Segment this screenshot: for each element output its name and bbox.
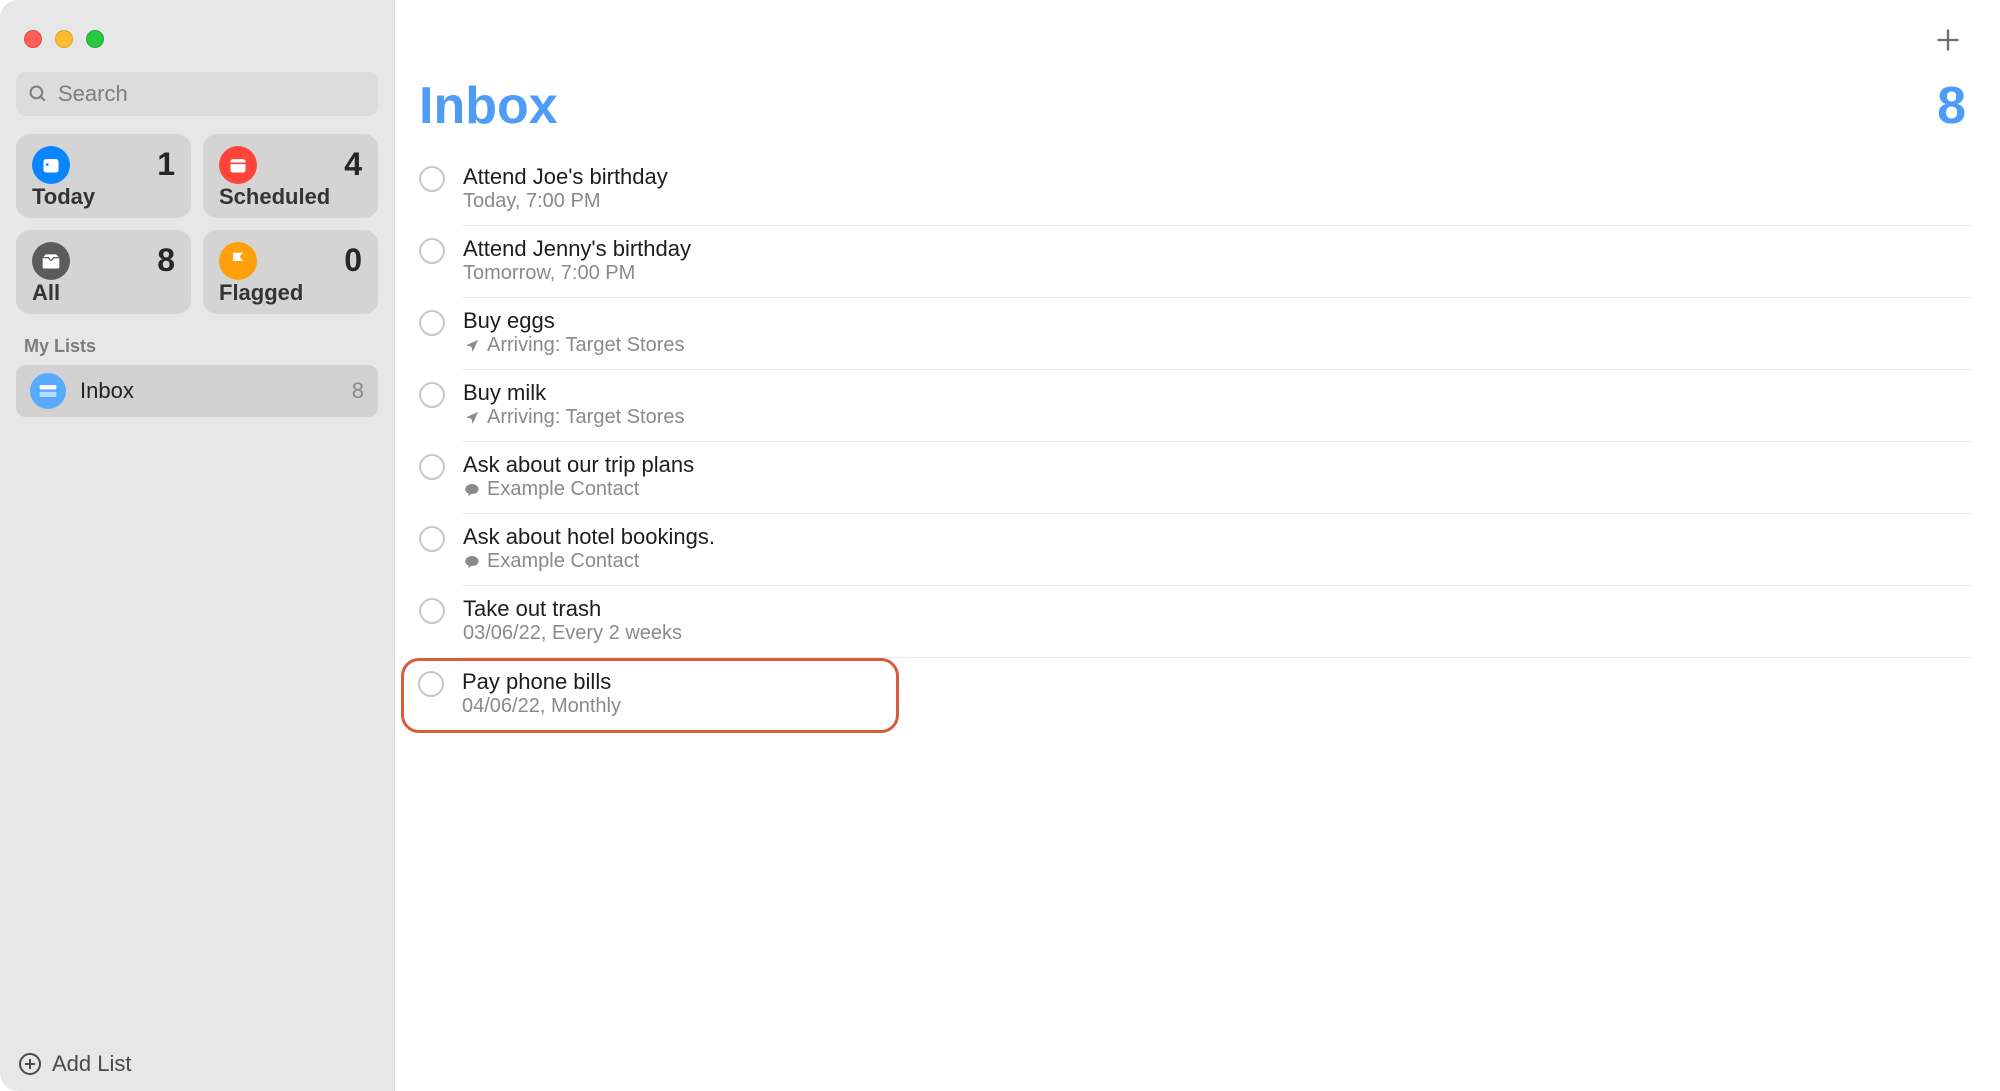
sidebar-list-inbox[interactable]: Inbox 8 <box>16 365 378 417</box>
list-header-count: 8 <box>1937 76 1966 136</box>
plus-icon <box>1934 26 1962 54</box>
all-icon <box>32 242 70 280</box>
list-title: Inbox <box>419 76 558 136</box>
reminder-subtitle-text: 03/06/22, Every 2 weeks <box>463 622 682 645</box>
scheduled-icon <box>219 146 257 184</box>
smart-list-scheduled-label: Scheduled <box>219 184 362 210</box>
reminder-text: Ask about hotel bookings.Example Contact <box>463 524 1972 586</box>
reminder-subtitle: Arriving: Target Stores <box>463 406 1972 429</box>
reminder-subtitle: Today, 7:00 PM <box>463 190 1972 213</box>
reminder-text: Buy eggsArriving: Target Stores <box>463 308 1972 370</box>
reminder-item[interactable]: Attend Jenny's birthdayTomorrow, 7:00 PM <box>419 226 1972 298</box>
reminder-checkbox[interactable] <box>419 238 445 264</box>
reminder-item[interactable]: Attend Joe's birthdayToday, 7:00 PM <box>419 154 1972 226</box>
reminder-item[interactable]: Buy milkArriving: Target Stores <box>419 370 1972 442</box>
smart-list-scheduled[interactable]: 4 Scheduled <box>203 134 378 218</box>
reminder-item[interactable]: Take out trash03/06/22, Every 2 weeks <box>419 586 1972 658</box>
list-header: Inbox 8 <box>419 76 1972 136</box>
reminder-subtitle-text: Example Contact <box>487 550 639 573</box>
smart-list-today-label: Today <box>32 184 175 210</box>
reminders-list: Attend Joe's birthdayToday, 7:00 PMAtten… <box>419 154 1972 733</box>
smart-list-all-label: All <box>32 280 175 306</box>
reminder-title: Take out trash <box>463 596 1972 622</box>
smart-list-today[interactable]: 1 Today <box>16 134 191 218</box>
sidebar-list-inbox-count: 8 <box>352 378 364 404</box>
smart-list-flagged-count: 0 <box>344 242 362 279</box>
main-panel: Inbox 8 Attend Joe's birthdayToday, 7:00… <box>395 0 2000 1091</box>
add-list-label: Add List <box>52 1051 132 1077</box>
reminder-subtitle: Tomorrow, 7:00 PM <box>463 262 1972 285</box>
smart-list-flagged[interactable]: 0 Flagged <box>203 230 378 314</box>
my-lists-heading: My Lists <box>24 336 370 357</box>
reminder-item[interactable]: Ask about our trip plansExample Contact <box>419 442 1972 514</box>
plus-circle-icon <box>18 1052 42 1076</box>
reminder-subtitle: Example Contact <box>463 550 1972 573</box>
message-icon <box>463 481 481 499</box>
reminder-subtitle-text: Today, 7:00 PM <box>463 190 600 213</box>
reminder-text: Pay phone bills04/06/22, Monthly <box>462 669 882 730</box>
reminder-subtitle-text: Arriving: Target Stores <box>487 334 685 357</box>
reminder-subtitle: Example Contact <box>463 478 1972 501</box>
add-reminder-button[interactable] <box>1930 22 1966 58</box>
smart-list-all-count: 8 <box>157 242 175 279</box>
reminder-checkbox[interactable] <box>419 382 445 408</box>
window-zoom-button[interactable] <box>86 30 104 48</box>
reminder-item[interactable]: Pay phone bills04/06/22, Monthly <box>401 658 899 733</box>
search-field-container[interactable] <box>16 72 378 116</box>
app-window: 1 Today 4 Scheduled 8 <box>0 0 2000 1091</box>
sidebar: 1 Today 4 Scheduled 8 <box>0 0 395 1091</box>
location-icon <box>463 337 481 355</box>
toolbar <box>1930 22 1966 58</box>
window-minimize-button[interactable] <box>55 30 73 48</box>
reminder-subtitle: 04/06/22, Monthly <box>462 695 882 718</box>
reminder-item[interactable]: Buy eggsArriving: Target Stores <box>419 298 1972 370</box>
reminder-item[interactable]: Ask about hotel bookings.Example Contact <box>419 514 1972 586</box>
reminder-subtitle-text: Arriving: Target Stores <box>487 406 685 429</box>
reminder-text: Attend Joe's birthdayToday, 7:00 PM <box>463 164 1972 226</box>
reminder-checkbox[interactable] <box>419 310 445 336</box>
reminder-subtitle-text: 04/06/22, Monthly <box>462 695 621 718</box>
smart-list-today-count: 1 <box>157 146 175 183</box>
reminder-title: Ask about our trip plans <box>463 452 1972 478</box>
reminder-text: Buy milkArriving: Target Stores <box>463 380 1972 442</box>
add-list-button[interactable]: Add List <box>18 1051 132 1077</box>
reminder-title: Attend Joe's birthday <box>463 164 1972 190</box>
reminder-title: Attend Jenny's birthday <box>463 236 1972 262</box>
traffic-lights <box>16 18 378 72</box>
smart-list-flagged-label: Flagged <box>219 280 362 306</box>
reminder-subtitle-text: Tomorrow, 7:00 PM <box>463 262 635 285</box>
smart-list-all[interactable]: 8 All <box>16 230 191 314</box>
reminder-subtitle: Arriving: Target Stores <box>463 334 1972 357</box>
smart-list-scheduled-count: 4 <box>344 146 362 183</box>
search-input[interactable] <box>58 81 366 107</box>
reminder-checkbox[interactable] <box>419 454 445 480</box>
reminder-subtitle-text: Example Contact <box>487 478 639 501</box>
sidebar-list-inbox-name: Inbox <box>80 378 338 404</box>
reminder-text: Attend Jenny's birthdayTomorrow, 7:00 PM <box>463 236 1972 298</box>
reminder-text: Take out trash03/06/22, Every 2 weeks <box>463 596 1972 658</box>
reminder-checkbox[interactable] <box>419 166 445 192</box>
reminder-title: Buy eggs <box>463 308 1972 334</box>
smart-lists-grid: 1 Today 4 Scheduled 8 <box>16 134 378 314</box>
reminder-checkbox[interactable] <box>418 671 444 697</box>
reminder-text: Ask about our trip plansExample Contact <box>463 452 1972 514</box>
flagged-icon <box>219 242 257 280</box>
reminder-title: Buy milk <box>463 380 1972 406</box>
reminder-checkbox[interactable] <box>419 526 445 552</box>
search-icon <box>28 84 48 104</box>
today-icon <box>32 146 70 184</box>
window-close-button[interactable] <box>24 30 42 48</box>
reminder-title: Ask about hotel bookings. <box>463 524 1972 550</box>
reminder-checkbox[interactable] <box>419 598 445 624</box>
reminder-title: Pay phone bills <box>462 669 882 695</box>
list-icon <box>30 373 66 409</box>
message-icon <box>463 553 481 571</box>
location-icon <box>463 409 481 427</box>
reminder-subtitle: 03/06/22, Every 2 weeks <box>463 622 1972 645</box>
